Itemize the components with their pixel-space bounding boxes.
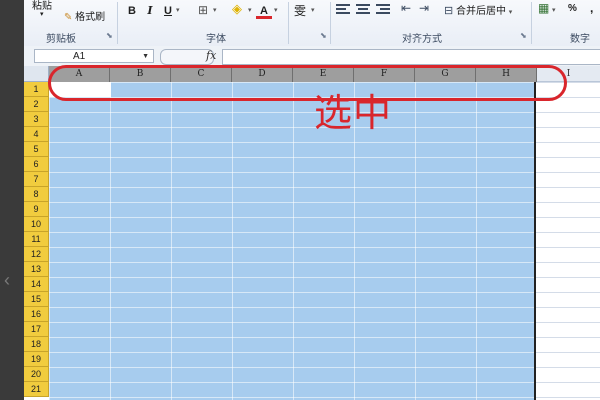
align-center-icon[interactable] [356, 4, 370, 16]
divider [330, 2, 331, 44]
selection-annotation-ring [48, 65, 567, 101]
fill-color-icon[interactable]: ◈ [232, 1, 242, 17]
selected-range[interactable] [49, 82, 536, 400]
selection-annotation-text: 选中 [314, 91, 393, 135]
number-group-label: 数字 [570, 34, 590, 45]
excel-window: 粘贴 ▾ ✎ 格式刷 剪贴板 ⬊ B I U ▾ ⊞ ▾ ◈ ▾ A ▾ 雯 ▾… [24, 0, 600, 400]
row-header-13[interactable]: 13 [24, 262, 49, 277]
select-all-button[interactable] [24, 66, 49, 82]
font-launcher-icon[interactable]: ⬊ [320, 31, 327, 40]
row-header-8[interactable]: 8 [24, 187, 49, 202]
row-header-1[interactable]: 1 [24, 82, 49, 97]
align-left-icon[interactable] [336, 4, 350, 16]
increase-indent-icon[interactable]: ⇥ [419, 1, 429, 15]
row-header-9[interactable]: 9 [24, 202, 49, 217]
merge-dropdown-icon: ▾ [508, 9, 513, 16]
decrease-indent-icon[interactable]: ⇤ [401, 1, 411, 15]
row-header-10[interactable]: 10 [24, 217, 49, 232]
alignment-launcher-icon[interactable]: ⬊ [520, 31, 527, 40]
brush-icon: ✎ [64, 12, 73, 23]
currency-icon[interactable]: ▦ [538, 1, 549, 15]
format-painter-button[interactable]: ✎ 格式刷 [64, 8, 105, 23]
name-box-value: A1 [73, 51, 86, 62]
phonetic-button[interactable]: 雯 [294, 2, 306, 19]
chevron-down-icon[interactable]: ▼ [142, 50, 149, 64]
row-header-21[interactable]: 21 [24, 382, 49, 397]
row-header-14[interactable]: 14 [24, 277, 49, 292]
font-color-dropdown-icon[interactable]: ▾ [274, 6, 278, 14]
underline-dropdown-icon[interactable]: ▾ [176, 6, 180, 14]
divider [117, 2, 118, 44]
row-header-20[interactable]: 20 [24, 367, 49, 382]
merge-icon: ⊟ [444, 5, 454, 17]
row-header-16[interactable]: 16 [24, 307, 49, 322]
insert-function-button[interactable]: fx [206, 49, 216, 62]
comma-button[interactable]: , [590, 1, 593, 15]
row-header-6[interactable]: 6 [24, 157, 49, 172]
row-header-15[interactable]: 15 [24, 292, 49, 307]
formula-bar: A1 ▼ fx [24, 46, 600, 67]
row-header-5[interactable]: 5 [24, 142, 49, 157]
clipboard-group-label: 剪贴板 [46, 34, 76, 45]
left-background-strip: ‹ [0, 0, 24, 400]
ribbon: 粘贴 ▾ ✎ 格式刷 剪贴板 ⬊ B I U ▾ ⊞ ▾ ◈ ▾ A ▾ 雯 ▾… [24, 0, 600, 47]
row-header-4[interactable]: 4 [24, 127, 49, 142]
row-header-7[interactable]: 7 [24, 172, 49, 187]
row-header-3[interactable]: 3 [24, 112, 49, 127]
name-box[interactable]: A1 ▼ [34, 49, 154, 63]
row-header-12[interactable]: 12 [24, 247, 49, 262]
border-icon[interactable]: ⊞ [198, 3, 208, 17]
currency-dropdown-icon[interactable]: ▾ [552, 6, 556, 14]
row-header-11[interactable]: 11 [24, 232, 49, 247]
phonetic-dropdown-icon[interactable]: ▾ [311, 6, 315, 14]
border-dropdown-icon[interactable]: ▾ [213, 6, 217, 14]
divider [288, 2, 289, 44]
percent-button[interactable]: % [568, 3, 577, 14]
merge-center-label: 合并后居中 [456, 6, 506, 17]
font-group-label: 字体 [206, 34, 226, 45]
merge-center-button[interactable]: ⊟ 合并后居中 ▾ [444, 2, 512, 17]
worksheet-grid[interactable]: ABCDEFGHI 1 2 3 4 5 6 7 8 9 10 11 12 13 14 15 16 17 18 19 2… [24, 66, 600, 400]
fill-dropdown-icon[interactable]: ▾ [248, 6, 252, 14]
paste-dropdown-icon[interactable]: ▾ [40, 10, 44, 18]
row-header-19[interactable]: 19 [24, 352, 49, 367]
row-header-18[interactable]: 18 [24, 337, 49, 352]
divider [531, 2, 532, 44]
font-color-button[interactable]: A [256, 3, 272, 19]
format-painter-label: 格式刷 [75, 12, 106, 23]
unselected-column-i[interactable] [536, 82, 600, 400]
clipboard-launcher-icon[interactable]: ⬊ [106, 31, 113, 40]
chevron-left-icon: ‹ [4, 270, 10, 290]
row-header-2[interactable]: 2 [24, 97, 49, 112]
italic-button[interactable]: I [142, 3, 158, 19]
row-header-17[interactable]: 17 [24, 322, 49, 337]
formula-input[interactable] [222, 49, 600, 65]
align-right-icon[interactable] [376, 4, 390, 16]
bold-button[interactable]: B [124, 3, 140, 19]
underline-button[interactable]: U [160, 3, 176, 19]
alignment-group-label: 对齐方式 [402, 34, 442, 45]
